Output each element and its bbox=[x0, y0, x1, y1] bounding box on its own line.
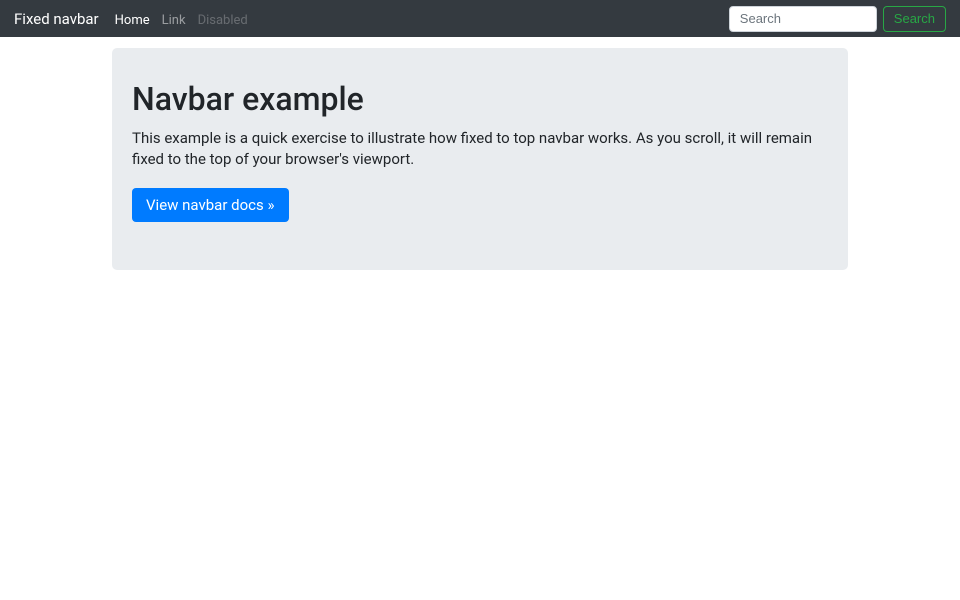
navbar: Fixed navbar Home Link Disabled Search bbox=[0, 0, 960, 37]
search-button[interactable]: Search bbox=[883, 6, 946, 32]
nav-item-home: Home bbox=[115, 9, 150, 28]
navbar-right: Search bbox=[729, 6, 946, 32]
nav-link-link[interactable]: Link bbox=[162, 13, 186, 28]
main-content: Navbar example This example is a quick e… bbox=[0, 0, 960, 270]
view-docs-button[interactable]: View navbar docs » bbox=[132, 188, 289, 222]
nav-link-disabled: Disabled bbox=[198, 13, 248, 28]
search-input[interactable] bbox=[729, 6, 877, 32]
navbar-brand[interactable]: Fixed navbar bbox=[14, 10, 99, 28]
navbar-left: Fixed navbar Home Link Disabled bbox=[14, 9, 260, 28]
nav-item-disabled: Disabled bbox=[198, 9, 248, 28]
nav-link-home[interactable]: Home bbox=[115, 13, 150, 28]
navbar-nav: Home Link Disabled bbox=[115, 9, 260, 28]
jumbotron: Navbar example This example is a quick e… bbox=[112, 48, 848, 270]
nav-item-link: Link bbox=[162, 9, 186, 28]
lead-text: This example is a quick exercise to illu… bbox=[132, 128, 828, 170]
page-title: Navbar example bbox=[132, 80, 828, 118]
